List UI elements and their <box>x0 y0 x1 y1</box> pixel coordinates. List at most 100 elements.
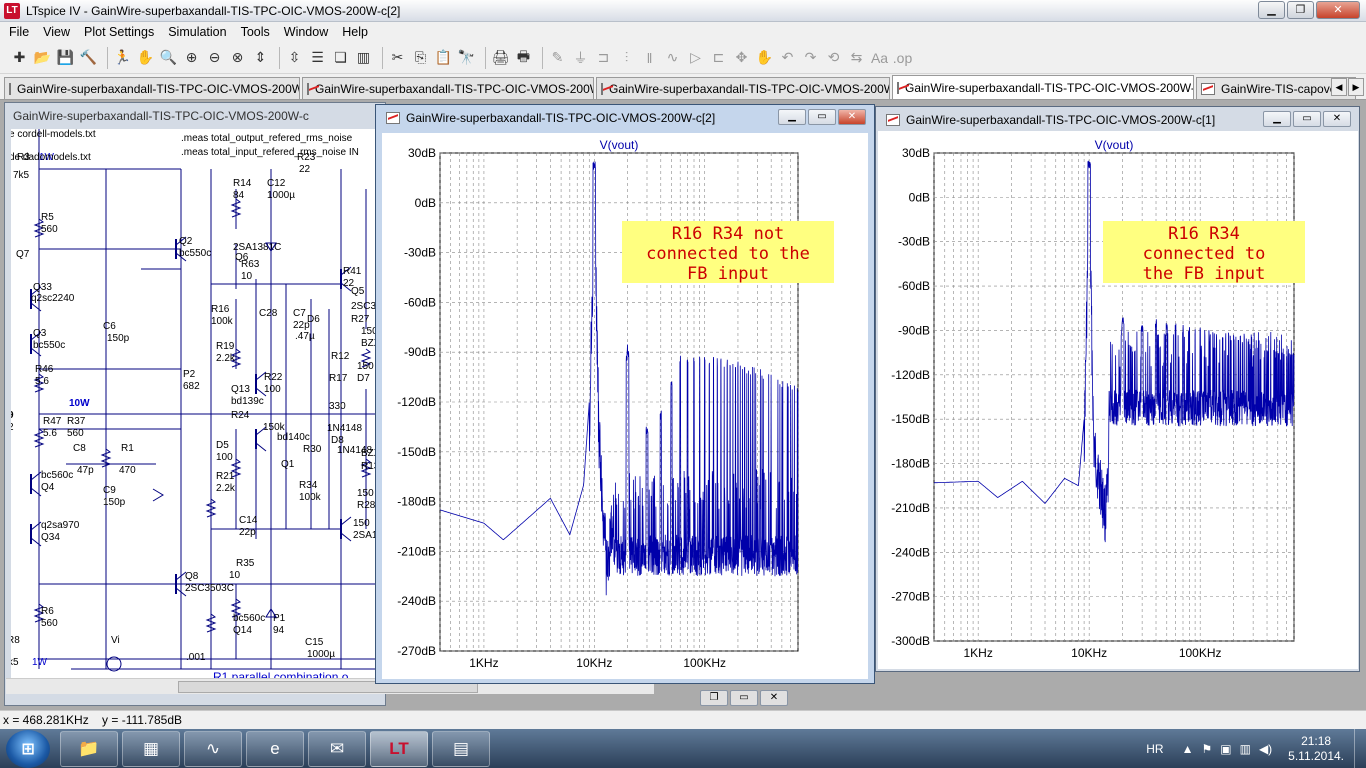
open-icon[interactable]: 📂 <box>33 48 52 67</box>
mail-icon[interactable]: ✉ <box>308 730 366 767</box>
close-button[interactable]: ✕ <box>1316 1 1360 19</box>
component-label: R17 <box>329 373 348 384</box>
menu-tools[interactable]: Tools <box>234 25 277 39</box>
capacitor-icon[interactable]: ‖ <box>640 48 659 67</box>
component-label: q2sc2240 <box>31 293 75 304</box>
ltspice-icon[interactable]: LT <box>370 730 428 767</box>
label-icon[interactable]: ⊐ <box>594 48 613 67</box>
cut-icon[interactable]: ✂ <box>388 48 407 67</box>
trace-name-label[interactable]: V(vout) <box>600 138 639 152</box>
component-icon[interactable]: ⊏ <box>709 48 728 67</box>
tile-horizontal-icon[interactable]: ☰ <box>308 48 327 67</box>
office-icon[interactable]: ▦ <box>122 730 180 767</box>
menu-window[interactable]: Window <box>277 25 335 39</box>
plot-close-button[interactable]: ✕ <box>1323 111 1351 127</box>
plot-minimize-button[interactable]: ▁ <box>1263 111 1291 127</box>
inductor-icon[interactable]: ∿ <box>663 48 682 67</box>
copy-icon[interactable]: ⎘ <box>411 48 430 67</box>
find-icon[interactable]: 🔭 <box>457 48 476 67</box>
plot-minimize-button[interactable]: ▁ <box>778 109 806 125</box>
diode-icon[interactable]: ▷ <box>686 48 705 67</box>
menu-file[interactable]: File <box>2 25 36 39</box>
document-tab[interactable]: GainWire-superbaxandall-TIS-TPC-OIC-VMOS… <box>4 77 300 99</box>
document-tab[interactable]: GainWire-superbaxandall-TIS-TPC-OIC-VMOS… <box>596 77 890 99</box>
print-setup-icon[interactable]: 🖨 <box>491 48 510 67</box>
run-icon[interactable]: 🏃 <box>113 48 132 67</box>
system-tray: HR ▲ ⚑ ▣ ▥ ◀) 21:18 5.11.2014. <box>1146 729 1366 768</box>
schematic-drawing[interactable]: R37k51WR5560Q33q2sc2240Q3bc550cR465.610W… <box>11 129 381 681</box>
plot-window-c2[interactable]: GainWire-superbaxandall-TIS-TPC-OIC-VMOS… <box>375 104 875 684</box>
print-icon[interactable]: 🖶 <box>514 48 533 67</box>
wire-icon[interactable]: ✎ <box>548 48 567 67</box>
internet-explorer-icon[interactable]: e <box>246 730 304 767</box>
minimize-button[interactable]: ▁ <box>1258 1 1285 19</box>
cascade-icon[interactable]: ❏ <box>331 48 350 67</box>
mirror-icon[interactable]: ⇆ <box>847 48 866 67</box>
plot-close-button[interactable]: ✕ <box>838 109 866 125</box>
autorange-y-icon[interactable]: ⇳ <box>285 48 304 67</box>
tab-scroll-left-icon[interactable]: ◀ <box>1331 78 1347 96</box>
stub-restore-button[interactable]: ❐ <box>700 690 728 706</box>
zoom-area-icon[interactable]: ⊕ <box>182 48 201 67</box>
resistor-icon[interactable]: ⫶ <box>617 48 636 67</box>
y-tick-label: -60dB <box>404 295 436 309</box>
oscilloscope-icon[interactable]: ∿ <box>184 730 242 767</box>
zoom-in-icon[interactable]: 🔍 <box>159 48 178 67</box>
menu-plot-settings[interactable]: Plot Settings <box>77 25 161 39</box>
document-tab-bar: GainWire-superbaxandall-TIS-TPC-OIC-VMOS… <box>0 74 1366 100</box>
start-button[interactable]: ⊞ <box>6 729 50 768</box>
schematic-window[interactable]: GainWire-superbaxandall-TIS-TPC-OIC-VMOS… <box>4 102 386 706</box>
stub-minimize-button[interactable]: ▭ <box>730 690 758 706</box>
undo-icon[interactable]: ↶ <box>778 48 797 67</box>
x-tick-label: 1KHz <box>469 656 498 670</box>
new-schematic-icon[interactable]: ✚ <box>10 48 29 67</box>
rotate-icon[interactable]: ⟲ <box>824 48 843 67</box>
device-icon[interactable]: ▣ <box>1220 742 1231 756</box>
menu-view[interactable]: View <box>36 25 77 39</box>
plot-area[interactable]: 30dB 0dB -30dB -60dB -90dB -120dB -150dB -180dB… <box>382 133 868 679</box>
tray-arrow-icon[interactable]: ▲ <box>1182 742 1194 756</box>
redo-icon[interactable]: ↷ <box>801 48 820 67</box>
document-tab[interactable]: GainWire-superbaxandall-TIS-TPC-OIC-VMOS… <box>892 75 1194 99</box>
show-desktop-button[interactable] <box>1354 729 1366 768</box>
tile-vertical-icon[interactable]: ▥ <box>354 48 373 67</box>
pan-icon[interactable]: ✋ <box>136 48 155 67</box>
schematic-canvas[interactable]: R3 7k5 1W R5 560 Q33 q2sc2240 Q3 bc550c R46 5.6 10W… <box>11 129 381 681</box>
tab-scroll-right-icon[interactable]: ▶ <box>1348 78 1364 96</box>
paste-icon[interactable]: 📋 <box>434 48 453 67</box>
y-tick-label: -180dB <box>397 495 436 509</box>
file-explorer-icon[interactable]: 📁 <box>60 730 118 767</box>
control-panel-icon[interactable]: 🔨 <box>79 48 98 67</box>
restore-button[interactable]: ❐ <box>1287 1 1314 19</box>
document-tab[interactable]: GainWire-superbaxandall-TIS-TPC-OIC-VMOS… <box>302 77 594 99</box>
drag-icon[interactable]: ✋ <box>755 48 774 67</box>
network-icon[interactable]: ▥ <box>1240 742 1251 756</box>
menu-simulation[interactable]: Simulation <box>161 25 233 39</box>
y-tick-label: -270dB <box>891 590 930 604</box>
fft-plot-svg[interactable]: 30dB 0dB -30dB -60dB -90dB -120dB -150dB -180dB… <box>382 133 868 679</box>
menu-help[interactable]: Help <box>335 25 375 39</box>
component-label: 10 <box>229 570 241 581</box>
language-indicator[interactable]: HR <box>1146 742 1163 756</box>
trace-name-label[interactable]: V(vout) <box>1095 138 1134 152</box>
ground-icon[interactable]: ⏚ <box>571 48 590 67</box>
flag-icon[interactable]: ⚑ <box>1201 742 1212 756</box>
spice-directive-icon[interactable]: .op <box>893 48 912 67</box>
plot-maximize-button[interactable]: ▭ <box>808 109 836 125</box>
save-icon[interactable]: 💾 <box>56 48 75 67</box>
stub-close-button[interactable]: ✕ <box>760 690 788 706</box>
move-icon[interactable]: ✥ <box>732 48 751 67</box>
annotation-text: the FB input <box>1143 264 1266 284</box>
text-icon[interactable]: Aa <box>870 48 889 67</box>
zoom-cancel-icon[interactable]: ⊗ <box>228 48 247 67</box>
clock[interactable]: 21:18 5.11.2014. <box>1288 734 1344 764</box>
plot-window-c1[interactable]: GainWire-superbaxandall-TIS-TPC-OIC-VMOS… <box>875 106 1360 672</box>
notepad-icon[interactable]: ▤ <box>432 730 490 767</box>
plot-maximize-button[interactable]: ▭ <box>1293 111 1321 127</box>
fft-plot-svg[interactable]: 30dB 0dB -30dB -60dB -90dB -120dB -150dB -180dB… <box>878 131 1358 669</box>
ltspice-app-icon[interactable]: LT <box>4 2 20 19</box>
autorange-icon[interactable]: ⇕ <box>251 48 270 67</box>
zoom-out-icon[interactable]: ⊖ <box>205 48 224 67</box>
volume-icon[interactable]: ◀) <box>1259 742 1272 756</box>
plot-area[interactable]: 30dB 0dB -30dB -60dB -90dB -120dB -150dB -180dB… <box>878 131 1358 669</box>
